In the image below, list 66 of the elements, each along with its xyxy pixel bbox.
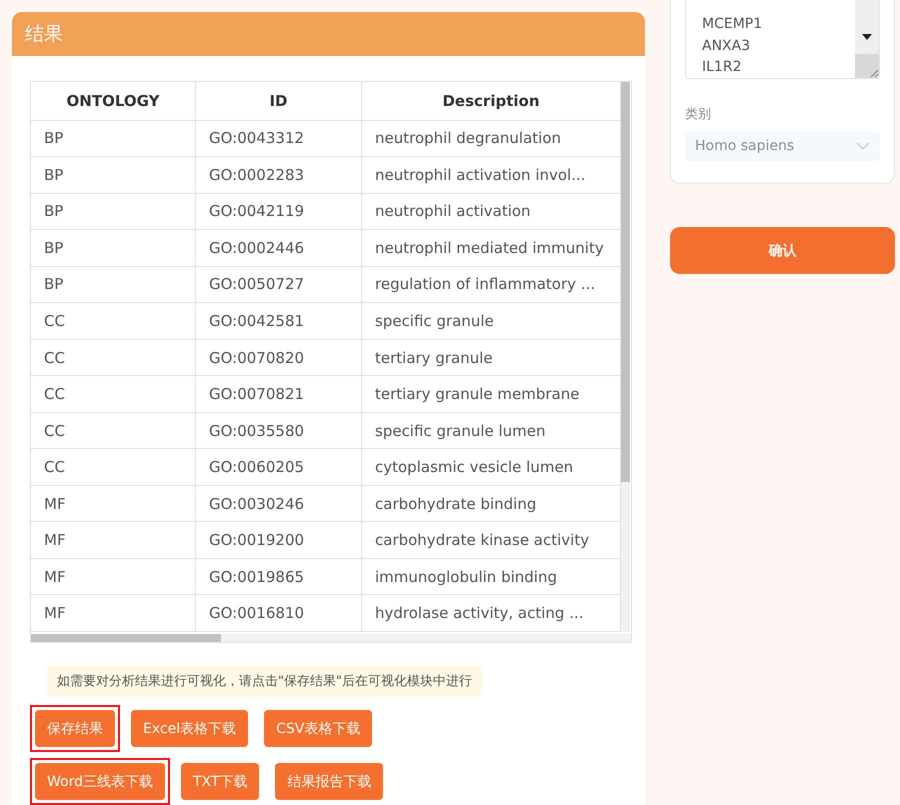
column-header: ONTOLOGY	[31, 82, 196, 120]
table-cell: GO:0019865	[196, 558, 362, 595]
table-cell: immunoglobulin binding	[362, 558, 620, 595]
column-header: Description	[362, 82, 620, 120]
table-cell: cytoplasmic vesicle lumen	[362, 448, 620, 486]
gene-name: MCEMP1	[702, 15, 764, 34]
table-cell: GO:0043312	[196, 120, 362, 157]
panel-title: 结果	[12, 12, 645, 56]
table-cell: BP	[31, 266, 196, 303]
table-cell: specific granule	[362, 302, 620, 340]
table-cell: regulation of inflammatory ...	[362, 266, 620, 303]
select-value: Homo sapiens	[695, 138, 794, 154]
table-cell: GO:0070821	[196, 376, 362, 412]
species-select[interactable]: Homo sapiens	[685, 131, 880, 161]
download-button[interactable]: Excel表格下载	[131, 710, 248, 747]
table-cell: hydrolase activity, acting ...	[362, 594, 620, 632]
scrollbar[interactable]	[621, 82, 630, 632]
table-cell: BP	[31, 193, 196, 230]
table-cell: GO:0042119	[196, 193, 362, 230]
table-cell: GO:0030246	[196, 485, 362, 522]
table-cell: specific granule lumen	[362, 412, 620, 449]
table-cell: neutrophil activation invol...	[362, 156, 620, 194]
table-cell: BP	[31, 230, 196, 266]
gene-name: ANXA3	[702, 36, 752, 56]
download-button[interactable]: 结果报告下载	[275, 763, 384, 800]
table-cell: GO:0019200	[196, 522, 362, 558]
table-cell: carbohydrate kinase activity	[362, 522, 620, 558]
table-cell: BP	[31, 120, 196, 157]
gene-list-field[interactable]: MCEMP1 ANXA3 IL1R2	[685, 0, 880, 79]
table-cell: neutrophil activation	[362, 193, 620, 230]
download-button[interactable]: CSV表格下载	[264, 710, 372, 747]
chevron-down-icon	[856, 142, 870, 150]
confirm-button[interactable]: 确认	[670, 227, 895, 274]
resize-grip-icon[interactable]	[855, 54, 879, 78]
scroll-down-icon[interactable]	[862, 34, 872, 40]
table-cell: MF	[31, 594, 196, 632]
table-cell: MF	[31, 485, 196, 522]
table-cell: BP	[31, 156, 196, 194]
table-cell: MF	[31, 522, 196, 558]
download-button[interactable]: TXT下载	[180, 763, 260, 800]
table-cell: GO:0050727	[196, 266, 362, 303]
download-button[interactable]: 保存结果	[35, 710, 115, 747]
table-cell: GO:0060205	[196, 448, 362, 486]
table-cell: GO:0002283	[196, 156, 362, 194]
download-button[interactable]: Word三线表下载	[35, 763, 165, 800]
gene-name: IL1R2	[702, 58, 742, 77]
table-cell: GO:0035580	[196, 412, 362, 449]
table-cell: CC	[31, 302, 196, 340]
table-cell: CC	[31, 448, 196, 486]
table-cell: GO:0042581	[196, 302, 362, 340]
table-cell: tertiary granule	[362, 339, 620, 376]
table-cell: GO:0016810	[196, 594, 362, 632]
table-cell: GO:0002446	[196, 230, 362, 266]
table-cell: neutrophil mediated immunity	[362, 230, 620, 266]
column-header: ID	[196, 82, 362, 120]
table-cell: CC	[31, 412, 196, 449]
hint-text: 如需要对分析结果进行可视化，请点击"保存结果"后在可视化模块中进行	[47, 665, 482, 697]
table-cell: tertiary granule membrane	[362, 376, 620, 412]
table-cell: neutrophil degranulation	[362, 120, 620, 157]
table-cell: CC	[31, 376, 196, 412]
table-cell: GO:0070820	[196, 339, 362, 376]
field-label: 类别	[685, 106, 712, 123]
table-cell: carbohydrate binding	[362, 485, 620, 522]
table-cell: CC	[31, 339, 196, 376]
table-cell: MF	[31, 558, 196, 595]
scrollbar[interactable]	[31, 634, 631, 642]
